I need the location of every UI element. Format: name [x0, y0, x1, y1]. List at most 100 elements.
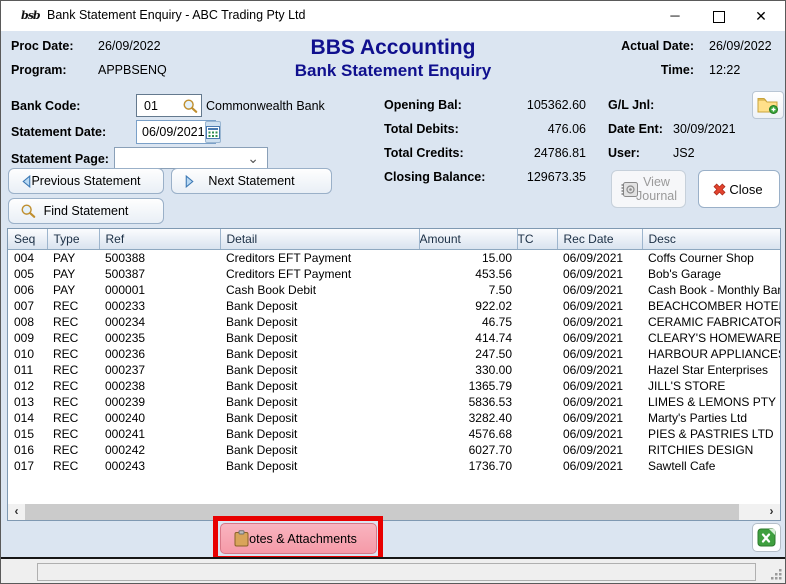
- cell-amount: 1365.79: [468, 379, 512, 393]
- column-header-desc[interactable]: Desc: [642, 229, 780, 250]
- cell-type: REC: [53, 443, 79, 457]
- table-row[interactable]: 010 REC 000236 Bank Deposit 247.50 06/09…: [8, 346, 780, 362]
- cell-amount: 46.75: [481, 315, 512, 329]
- table-row[interactable]: 007 REC 000233 Bank Deposit 922.02 06/09…: [8, 298, 780, 314]
- statement-date-input[interactable]: 06/09/2021: [136, 120, 221, 144]
- cell-amount: 453.56: [475, 267, 512, 281]
- column-header-amount[interactable]: Amount: [419, 229, 518, 250]
- opening-bal-value: 105362.60: [526, 98, 586, 112]
- cell-detail: Bank Deposit: [226, 379, 298, 393]
- horizontal-scrollbar[interactable]: ‹ ›: [8, 504, 780, 520]
- table-row[interactable]: 004 PAY 500388 Creditors EFT Payment 15.…: [8, 250, 780, 267]
- view-journal-button[interactable]: View Journal: [611, 170, 686, 208]
- bank-name: Commonwealth Bank: [206, 99, 325, 113]
- cell-rec-date: 06/09/2021: [563, 315, 624, 329]
- resize-grip-icon[interactable]: [770, 568, 783, 581]
- time-label: Time:: [660, 63, 694, 77]
- red-annotation-box: [213, 516, 383, 561]
- cell-rec-date: 06/09/2021: [563, 331, 624, 345]
- cell-tc: [517, 410, 557, 426]
- close-window-button[interactable]: ✕: [739, 1, 783, 31]
- table-row[interactable]: 014 REC 000240 Bank Deposit 3282.40 06/0…: [8, 410, 780, 426]
- bank-code-input[interactable]: 01: [136, 94, 202, 117]
- cell-desc: RITCHIES DESIGN: [648, 443, 754, 457]
- cell-type: REC: [53, 347, 79, 361]
- scroll-right-icon[interactable]: ›: [763, 504, 780, 520]
- cell-amount: 4576.68: [468, 427, 512, 441]
- cell-amount: 414.74: [475, 331, 512, 345]
- cell-desc: BEACHCOMBER HOTEL: [648, 299, 780, 313]
- table-row[interactable]: 011 REC 000237 Bank Deposit 330.00 06/09…: [8, 362, 780, 378]
- cell-type: PAY: [53, 283, 76, 297]
- column-header-seq[interactable]: Seq: [8, 229, 48, 250]
- table-row[interactable]: 005 PAY 500387 Creditors EFT Payment 453…: [8, 266, 780, 282]
- next-statement-button[interactable]: Next Statement: [171, 168, 332, 194]
- table-row[interactable]: 017 REC 000243 Bank Deposit 1736.70 06/0…: [8, 458, 780, 474]
- cell-seq: 011: [14, 363, 34, 377]
- cell-seq: 014: [14, 411, 35, 425]
- cell-type: REC: [53, 379, 79, 393]
- cell-detail: Bank Deposit: [226, 347, 298, 361]
- cell-rec-date: 06/09/2021: [563, 267, 624, 281]
- minimize-button[interactable]: ─: [653, 1, 697, 31]
- cell-tc: [517, 378, 557, 394]
- calendar-icon[interactable]: [204, 121, 221, 143]
- table-row[interactable]: 006 PAY 000001 Cash Book Debit 7.50 06/0…: [8, 282, 780, 298]
- cell-amount: 330.00: [475, 363, 512, 377]
- cell-detail: Bank Deposit: [226, 395, 298, 409]
- cell-rec-date: 06/09/2021: [563, 395, 624, 409]
- table-row[interactable]: 008 REC 000234 Bank Deposit 46.75 06/09/…: [8, 314, 780, 330]
- table-row[interactable]: 012 REC 000238 Bank Deposit 1365.79 06/0…: [8, 378, 780, 394]
- close-label: Close: [729, 181, 763, 197]
- close-button[interactable]: Close: [698, 170, 780, 208]
- cell-desc: Cash Book - Monthly Bar: [648, 283, 780, 297]
- cell-seq: 006: [14, 283, 35, 297]
- cell-detail: Bank Deposit: [226, 427, 298, 441]
- cell-desc: PIES & PASTRIES LTD: [648, 427, 774, 441]
- status-panel: [37, 563, 756, 581]
- bank-code-value: 01: [144, 98, 158, 113]
- actual-date-value: 26/09/2022: [709, 39, 772, 53]
- cell-ref: 500388: [105, 251, 146, 265]
- cell-rec-date: 06/09/2021: [563, 299, 624, 313]
- cell-detail: Bank Deposit: [226, 331, 298, 345]
- export-excel-button[interactable]: [752, 523, 781, 552]
- table-row[interactable]: 013 REC 000239 Bank Deposit 5836.53 06/0…: [8, 394, 780, 410]
- statement-page-dropdown[interactable]: ⌄: [114, 147, 268, 169]
- cell-seq: 005: [14, 267, 35, 281]
- gl-jnl-label: G/L Jnl:: [608, 98, 655, 112]
- total-debits-value: 476.06: [547, 122, 586, 136]
- cell-rec-date: 06/09/2021: [563, 363, 624, 377]
- previous-statement-button[interactable]: Previous Statement: [8, 168, 164, 194]
- date-ent-label: Date Ent:: [608, 122, 663, 136]
- cell-ref: 000237: [105, 363, 146, 377]
- cell-tc: [517, 330, 557, 346]
- cell-type: REC: [53, 395, 79, 409]
- find-statement-button[interactable]: Find Statement: [8, 198, 164, 224]
- table-row[interactable]: 016 REC 000242 Bank Deposit 6027.70 06/0…: [8, 442, 780, 458]
- cell-amount: 15.00: [481, 251, 512, 265]
- find-magnifier-icon: [20, 203, 36, 219]
- cell-type: REC: [53, 459, 79, 473]
- column-header-rec-date[interactable]: Rec Date: [557, 229, 643, 250]
- excel-icon: [757, 528, 776, 547]
- cell-desc: LIMES & LEMONS PTY L: [648, 395, 780, 409]
- cell-desc: HARBOUR APPLIANCES: [648, 347, 780, 361]
- cell-ref: 500387: [105, 267, 146, 281]
- folder-add-icon: [757, 97, 778, 114]
- cell-seq: 004: [14, 251, 35, 265]
- table-row[interactable]: 015 REC 000241 Bank Deposit 4576.68 06/0…: [8, 426, 780, 442]
- column-header-type[interactable]: Type: [47, 229, 100, 250]
- table-row[interactable]: 009 REC 000235 Bank Deposit 414.74 06/09…: [8, 330, 780, 346]
- column-header-ref[interactable]: Ref: [99, 229, 221, 250]
- cell-desc: Coffs Courner Shop: [648, 251, 754, 265]
- cell-desc: Hazel Star Enterprises: [648, 363, 769, 377]
- cell-type: PAY: [53, 251, 76, 265]
- column-header-detail[interactable]: Detail: [220, 229, 420, 250]
- scroll-left-icon[interactable]: ‹: [8, 504, 25, 520]
- maximize-button[interactable]: [697, 1, 741, 31]
- gl-journal-folder-button[interactable]: [752, 91, 784, 119]
- statement-table: Seq Type Ref Detail Amount TC Rec Date D…: [7, 228, 781, 521]
- column-header-tc[interactable]: TC: [517, 229, 558, 250]
- bank-code-lookup-icon[interactable]: [182, 98, 198, 114]
